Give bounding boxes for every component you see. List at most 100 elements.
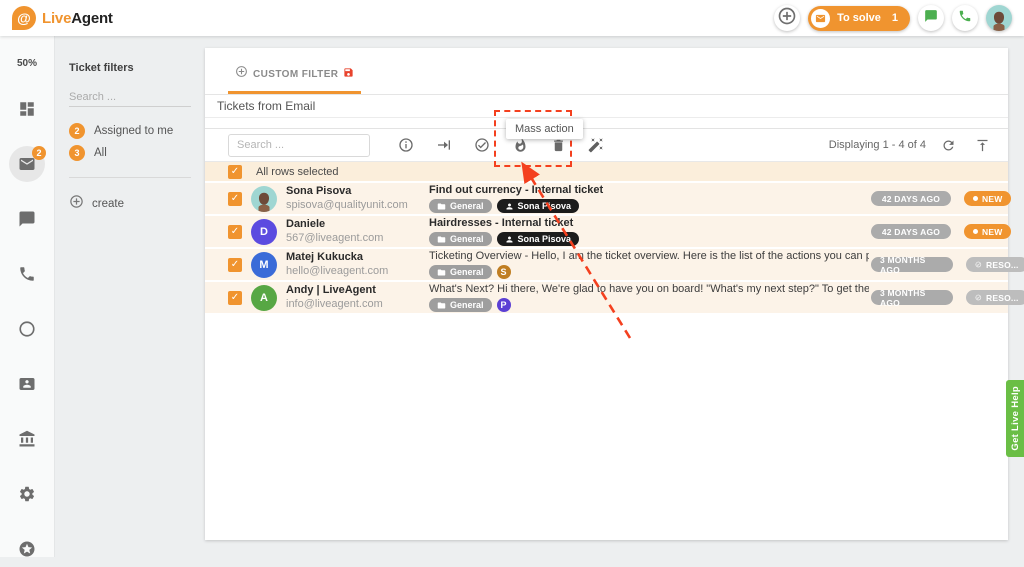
divider xyxy=(69,177,191,178)
ticket-filters-panel: Ticket filters 2 Assigned to me 3 All cr… xyxy=(55,36,205,557)
user-avatar[interactable] xyxy=(986,5,1012,31)
ticket-summary: Hairdresses - Internal ticket General So… xyxy=(429,217,871,246)
chat-icon xyxy=(18,210,36,228)
tab-custom-filter[interactable]: CUSTOM FILTER xyxy=(228,65,361,94)
avatar: M xyxy=(251,252,277,278)
requester-name: Sona Pisova xyxy=(286,185,429,199)
ticket-tags: General Sona Pisova xyxy=(429,199,871,213)
info-button[interactable] xyxy=(394,133,418,157)
row-checkbox[interactable] xyxy=(228,258,242,272)
brand-name: LiveAgent xyxy=(42,10,113,27)
requester-name: Matej Kukucka xyxy=(286,251,429,265)
sidebar-item-calls[interactable] xyxy=(9,256,45,292)
liveagent-app: @ LiveAgent To solve 1 xyxy=(0,0,1024,557)
add-button[interactable] xyxy=(774,5,800,31)
sidebar-item-dashboard[interactable] xyxy=(9,91,45,127)
active-filter-name: Tickets from Email xyxy=(205,95,1008,118)
ticket-summary: Ticketing Overview - Hello, I am the tic… xyxy=(429,250,871,279)
contacts-icon xyxy=(18,375,36,393)
assignee-tag[interactable]: Sona Pisova xyxy=(497,199,580,213)
ticket-badges: 3 MONTHS AGO RESO... xyxy=(871,290,1024,305)
sidebar-item-tickets[interactable]: 2 xyxy=(9,146,45,182)
row-checkbox[interactable] xyxy=(228,225,242,239)
ticket-badges: 42 DAYS AGO NEW xyxy=(871,224,1024,239)
avatar: A xyxy=(251,285,277,311)
tab-bar: CUSTOM FILTER xyxy=(205,48,1008,95)
live-help-label: Get Live Help xyxy=(1010,386,1021,451)
ticket-preview: What's Next? Hi there, We're glad to hav… xyxy=(429,283,869,296)
liveagent-logo[interactable]: @ LiveAgent xyxy=(12,6,113,30)
ticket-badges: 3 MONTHS AGO RESO... xyxy=(871,257,1024,272)
get-live-help-button[interactable]: Get Live Help xyxy=(1006,380,1024,457)
ticket-summary: What's Next? Hi there, We're glad to hav… xyxy=(429,283,871,312)
ticket-row[interactable]: Sona Pisova spisova@qualityunit.com Find… xyxy=(205,183,1008,216)
sidebar-item-academy[interactable] xyxy=(9,421,45,457)
assignee-tag[interactable]: Sona Pisova xyxy=(497,232,580,246)
row-checkbox[interactable] xyxy=(228,291,242,305)
envelope-icon xyxy=(811,9,830,28)
icon-sidebar: 50% 2 xyxy=(0,36,55,557)
filters-search-input[interactable] xyxy=(69,88,191,107)
select-all-bar: All rows selected xyxy=(205,162,1008,183)
requester: Andy | LiveAgent info@liveagent.com xyxy=(286,284,429,312)
ticket-summary: Find out currency - Internal ticket Gene… xyxy=(429,184,871,213)
ticket-list-panel: CUSTOM FILTER Tickets from Email Display… xyxy=(205,48,1008,540)
gear-icon xyxy=(18,485,36,503)
usage-percent: 50% xyxy=(17,58,37,69)
unsaved-save-icon xyxy=(343,65,354,83)
clock-ring-icon xyxy=(18,320,36,338)
chat-icon xyxy=(924,9,938,28)
resolve-button[interactable] xyxy=(470,133,494,157)
transfer-button[interactable] xyxy=(432,133,456,157)
status-badge: RESO... xyxy=(966,290,1024,305)
mass-action-button[interactable] xyxy=(584,133,608,157)
ticket-row[interactable]: A Andy | LiveAgent info@liveagent.com Wh… xyxy=(205,282,1008,315)
create-filter-button[interactable]: create xyxy=(69,194,191,214)
start-chat-button[interactable] xyxy=(918,5,944,31)
filter-item-assigned-to-me[interactable]: 2 Assigned to me xyxy=(69,123,191,139)
sidebar-item-chats[interactable] xyxy=(9,201,45,237)
ticket-row[interactable]: M Matej Kukucka hello@liveagent.com Tick… xyxy=(205,249,1008,282)
sidebar-item-contacts[interactable] xyxy=(9,366,45,402)
assignee-initial-badge[interactable]: S xyxy=(497,265,511,279)
department-tag[interactable]: General xyxy=(429,298,492,312)
start-call-button[interactable] xyxy=(952,5,978,31)
top-header: @ LiveAgent To solve 1 xyxy=(0,0,1024,36)
header-actions: To solve 1 xyxy=(774,5,1012,31)
ticket-tags: General Sona Pisova xyxy=(429,232,871,246)
to-solve-button[interactable]: To solve 1 xyxy=(808,6,910,31)
department-tag[interactable]: General xyxy=(429,232,492,246)
sidebar-item-time[interactable] xyxy=(9,311,45,347)
ticket-tags: General P xyxy=(429,298,871,312)
avatar: D xyxy=(251,219,277,245)
department-tag[interactable]: General xyxy=(429,199,492,213)
select-all-checkbox[interactable] xyxy=(228,165,242,179)
department-tag[interactable]: General xyxy=(429,265,492,279)
filter-count-badge: 3 xyxy=(69,145,85,161)
select-all-label: All rows selected xyxy=(256,166,339,178)
refresh-button[interactable] xyxy=(936,133,960,157)
ticket-tags: General S xyxy=(429,265,871,279)
ticket-badges: 42 DAYS AGO NEW xyxy=(871,191,1024,206)
ticket-search-input[interactable] xyxy=(228,134,370,157)
tickets-count-badge: 2 xyxy=(32,146,46,160)
ticket-preview: Ticketing Overview - Hello, I am the tic… xyxy=(429,250,869,263)
phone-icon xyxy=(18,265,36,283)
ticket-subject: Find out currency - Internal ticket xyxy=(429,184,869,197)
row-checkbox[interactable] xyxy=(228,192,242,206)
scroll-top-button[interactable] xyxy=(970,133,994,157)
sidebar-item-settings[interactable] xyxy=(9,476,45,512)
filter-item-all[interactable]: 3 All xyxy=(69,145,191,161)
tab-label: CUSTOM FILTER xyxy=(253,69,338,80)
age-badge: 42 DAYS AGO xyxy=(871,191,951,206)
requester-name: Andy | LiveAgent xyxy=(286,284,429,298)
ticket-row[interactable]: D Daniele 567@liveagent.com Hairdresses … xyxy=(205,216,1008,249)
bank-icon xyxy=(18,430,36,448)
assignee-initial-badge[interactable]: P xyxy=(497,298,511,312)
status-badge: NEW xyxy=(964,191,1011,206)
requester-name: Daniele xyxy=(286,218,429,232)
sidebar-item-upgrade[interactable] xyxy=(9,531,45,567)
mass-action-tooltip: Mass action xyxy=(506,119,583,139)
plus-circle-icon xyxy=(777,6,797,31)
dashboard-icon xyxy=(18,100,36,118)
